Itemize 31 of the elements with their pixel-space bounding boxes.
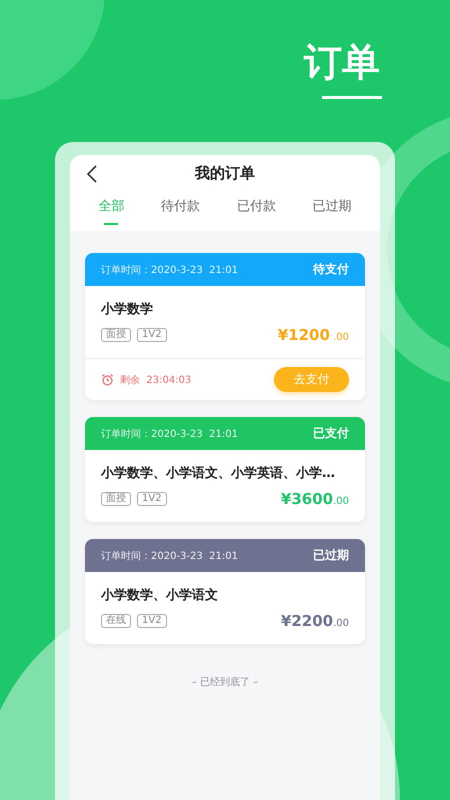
countdown-text: 剩余 23:04:03 [120, 374, 192, 386]
back-icon[interactable] [86, 165, 98, 183]
course-tag: 面授 [101, 492, 131, 506]
course-tag: 1V2 [137, 328, 167, 342]
order-price: ¥2200.00 [280, 612, 349, 630]
course-tag: 面授 [101, 328, 131, 342]
order-status: 已过期 [313, 547, 349, 564]
course-tag: 1V2 [137, 492, 167, 506]
course-title: 小学数学 [101, 301, 154, 318]
title-underline [322, 96, 382, 99]
page-title: 订单 [304, 40, 380, 84]
order-card[interactable]: 订单时间：2020-3-23 21:01 已过期 小学数学、小学语文 在线 1V2 ¥2200.00 [85, 539, 365, 644]
order-time: 订单时间：2020-3-23 21:01 [101, 264, 238, 276]
course-title: 小学数学、小学语文 [101, 586, 219, 604]
course-tag: 在线 [101, 614, 131, 628]
order-card[interactable]: 订单时间：2020-3-23 21:01 待支付 小学数学 面授 1V2 ¥1200 .00 剩余 23:04:03 去支付 [85, 253, 365, 400]
order-time: 订单时间：2020-3-23 21:01 [101, 428, 238, 440]
screen-title: 我的订单 [195, 164, 255, 182]
course-tag: 1V2 [137, 614, 167, 628]
order-price: ¥1200 .00 [278, 326, 349, 344]
order-price: ¥3600.00 [280, 490, 349, 508]
alarm-clock-icon [101, 373, 114, 386]
course-title: 小学数学、小学语文、小学英语、小学… [101, 464, 336, 482]
order-status: 已支付 [313, 425, 349, 442]
order-status: 待支付 [313, 261, 349, 278]
order-card[interactable]: 订单时间：2020-3-23 21:01 已支付 小学数学、小学语文、小学英语、小学… 面授 1V2 ¥3600.00 [85, 417, 365, 522]
tab[interactable]: 待付款 [161, 197, 200, 225]
order-time: 订单时间：2020-3-23 21:01 [101, 550, 238, 562]
tab[interactable]: 已付款 [236, 197, 276, 225]
tab[interactable]: 已过期 [312, 197, 352, 225]
end-of-list-note: – 已经到底了 – [190, 676, 260, 689]
